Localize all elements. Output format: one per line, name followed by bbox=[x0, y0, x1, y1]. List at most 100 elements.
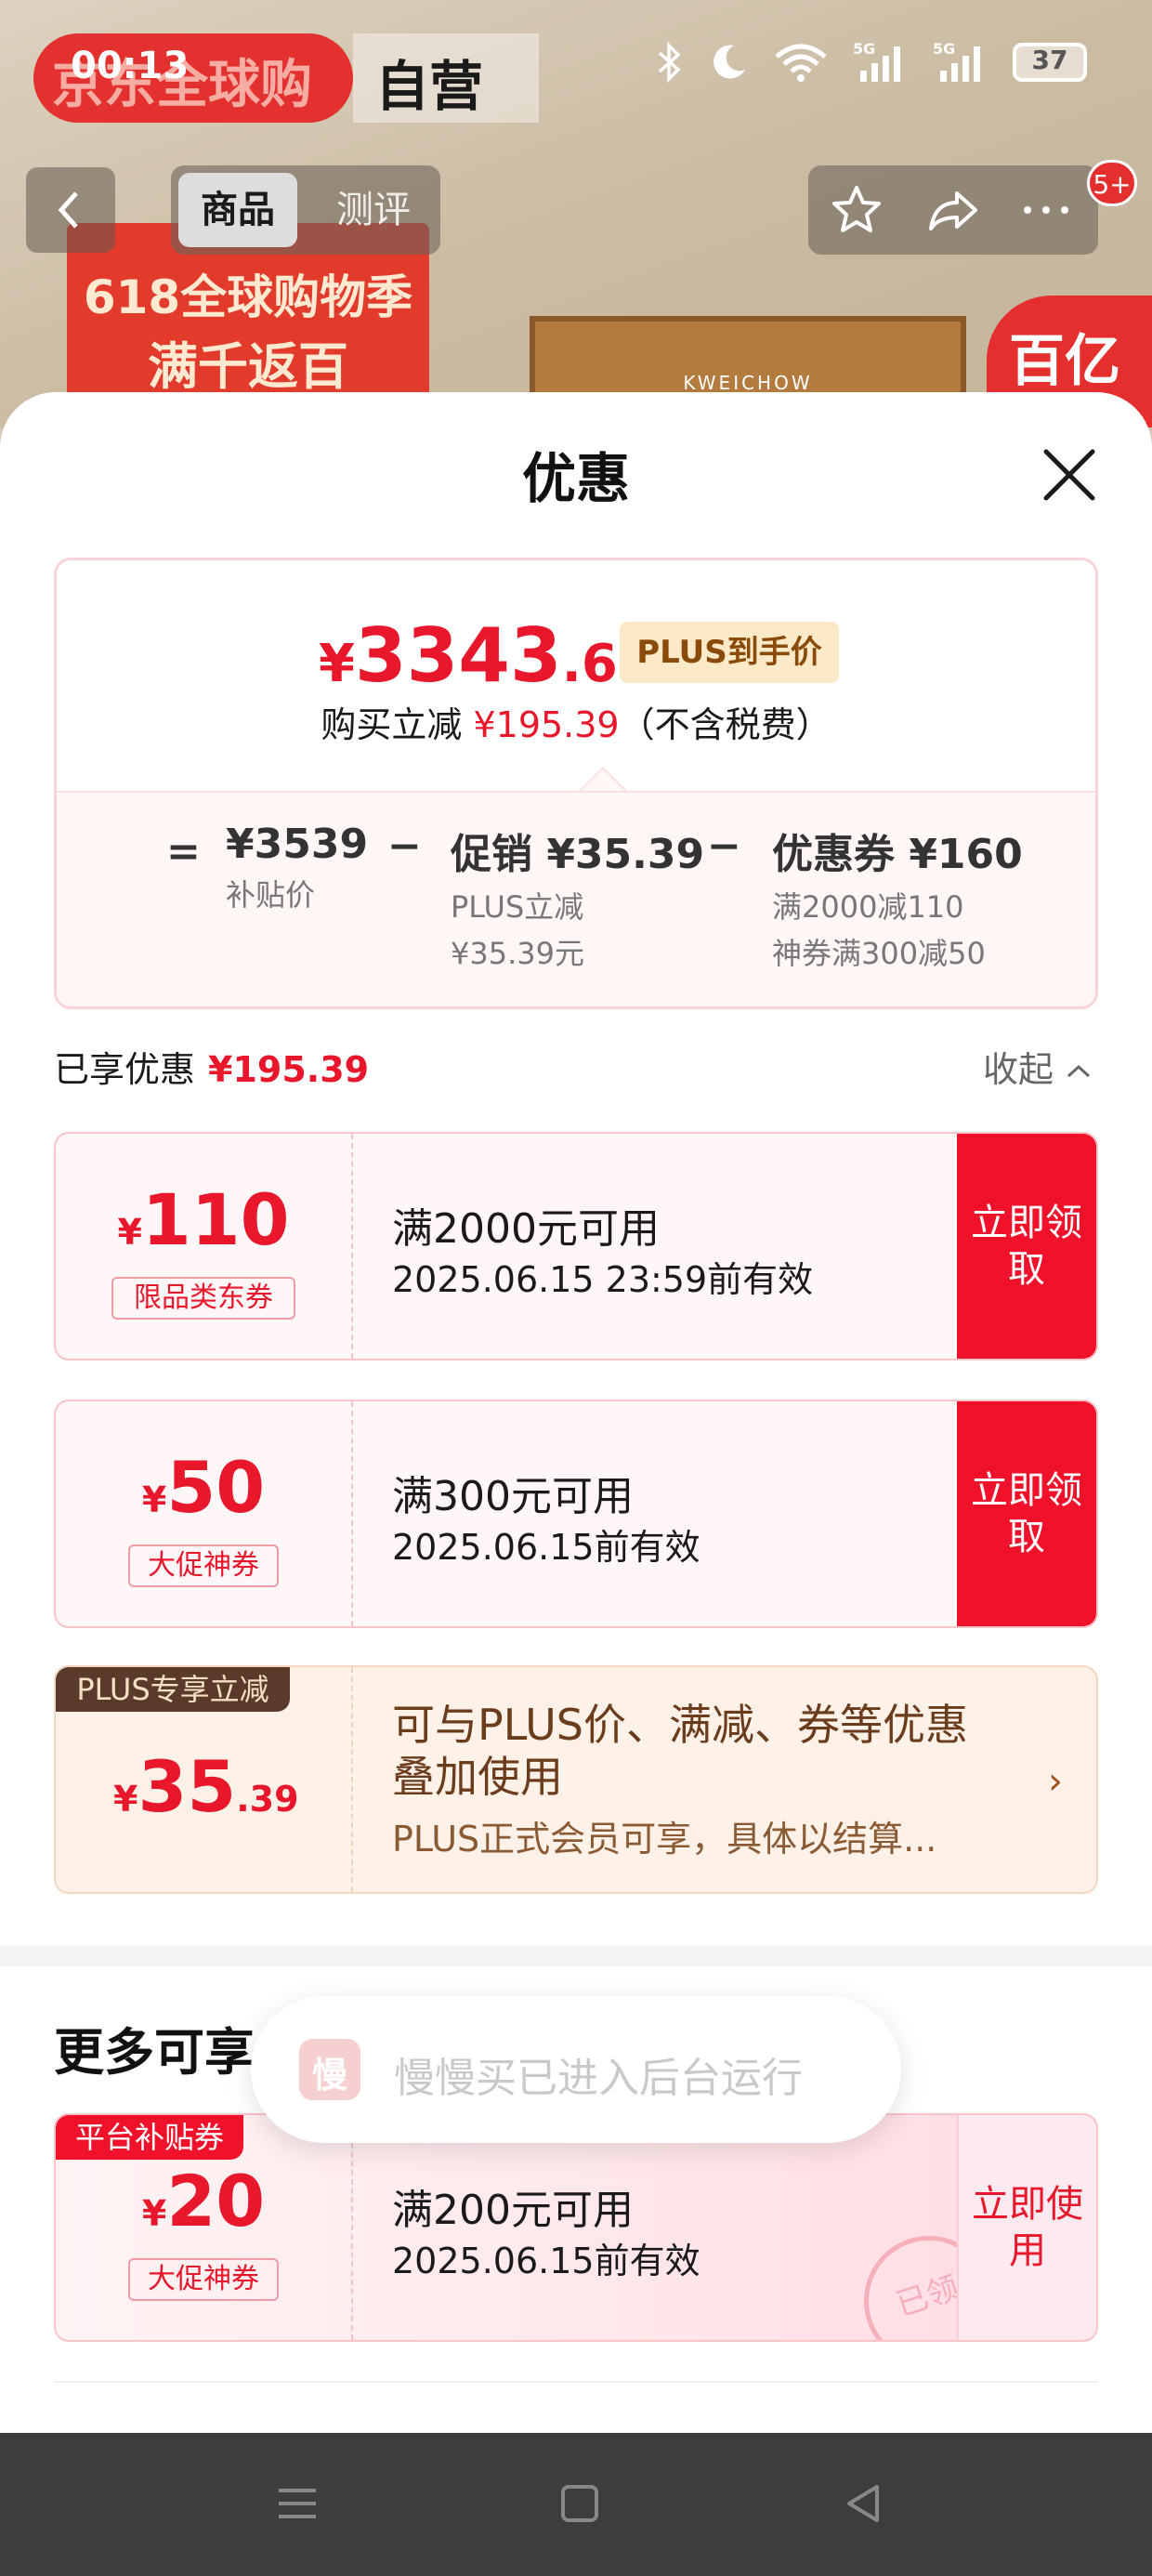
reduce-suffix: （不含税费） bbox=[619, 704, 831, 745]
breakdown-coupon: 优惠券 ¥160 满2000减110 神券满300减50 bbox=[772, 821, 1023, 973]
coupon-type-tag: 限品类东券 bbox=[111, 1277, 295, 1320]
star-icon[interactable] bbox=[829, 182, 884, 238]
coupon-amount: ¥50 bbox=[56, 1446, 351, 1529]
final-price: ¥3343.61 bbox=[319, 612, 654, 699]
top-actions bbox=[808, 165, 1098, 255]
battery-icon: 37 bbox=[1013, 43, 1087, 82]
coupon-symbol: ¥ bbox=[141, 1479, 167, 1520]
coupon-amount: ¥110 bbox=[56, 1178, 351, 1261]
promo-badge-text: 百亿 bbox=[1009, 329, 1120, 394]
signal-5g-icon: 5G bbox=[853, 40, 900, 82]
menu-icon[interactable] bbox=[269, 2476, 325, 2531]
price-summary-top: ¥3343.61 PLUS到手价 购买立减 ¥195.39（不含税费） bbox=[57, 560, 1095, 791]
coupon-condition: 满2000元可用 bbox=[392, 1205, 660, 1253]
status-time: 00:13 bbox=[71, 45, 190, 87]
equals-sign: = bbox=[166, 828, 201, 875]
coupon-number: 110 bbox=[141, 1178, 290, 1261]
chevron-right-icon: › bbox=[1048, 1760, 1063, 1803]
coupon-condition: 满200元可用 bbox=[392, 2187, 634, 2234]
plus-divider bbox=[351, 1667, 353, 1892]
coupon-type-tag: 大促神券 bbox=[128, 2258, 279, 2301]
coupon-divider bbox=[351, 2115, 353, 2340]
back-button[interactable] bbox=[26, 167, 115, 253]
plus-decimal: .39 bbox=[236, 1779, 299, 1820]
app-icon-text: 慢 bbox=[311, 2055, 347, 2096]
coupon-value: 优惠券 ¥160 bbox=[772, 831, 1023, 878]
use-coupon-button[interactable]: 立即使用 bbox=[957, 2115, 1096, 2340]
coupon-card: ¥50 大促神券 满300元可用 2025.06.15前有效 立即领取 bbox=[54, 1400, 1098, 1628]
self-operated-text: 自营 bbox=[375, 55, 484, 118]
share-icon[interactable] bbox=[925, 182, 981, 238]
box-brand: KWEICHOW bbox=[683, 372, 813, 394]
promo-sub1: PLUS立减 bbox=[451, 889, 584, 925]
reduce-amount: ¥195.39 bbox=[473, 704, 620, 745]
collapse-toggle[interactable]: 收起 bbox=[983, 1041, 1093, 1092]
message-badge: 5+ bbox=[1087, 160, 1137, 206]
bottom-divider bbox=[54, 2381, 1098, 2383]
moon-icon bbox=[713, 45, 745, 79]
close-icon[interactable] bbox=[1041, 446, 1098, 504]
home-icon[interactable] bbox=[552, 2476, 608, 2531]
tab-goods[interactable]: 商品 bbox=[178, 173, 297, 247]
breakdown-base: ¥3539 补贴价 bbox=[226, 821, 368, 914]
coupon-validity: 2025.06.15 23:59前有效 bbox=[392, 1259, 814, 1300]
coupon-symbol: ¥ bbox=[117, 1212, 142, 1253]
claim-coupon-button[interactable]: 立即领取 bbox=[957, 1134, 1096, 1359]
plus-description: PLUS正式会员可享，具体以结算... bbox=[392, 1819, 937, 1860]
system-nav-bar bbox=[0, 2433, 1152, 2576]
claim-coupon-button[interactable]: 立即领取 bbox=[957, 1401, 1096, 1626]
poster-line2: 满千返百 bbox=[148, 337, 348, 396]
plus-integer: 35 bbox=[137, 1745, 237, 1828]
coupon-divider bbox=[351, 1134, 353, 1359]
enjoyed-amount: ¥195.39 bbox=[208, 1049, 370, 1090]
price-summary: ¥3343.61 PLUS到手价 购买立减 ¥195.39（不含税费） = ¥3… bbox=[54, 558, 1098, 1009]
self-operated-label: 自营 bbox=[353, 33, 539, 123]
status-icons: 5G 5G 37 bbox=[656, 39, 1087, 85]
bluetooth-icon bbox=[658, 42, 681, 83]
plus-symbol: ¥ bbox=[113, 1779, 138, 1820]
collapse-label: 收起 bbox=[983, 1049, 1054, 1090]
svg-text:5G: 5G bbox=[853, 40, 875, 58]
chevron-left-icon bbox=[58, 191, 78, 229]
tab-review[interactable]: 测评 bbox=[318, 173, 429, 247]
base-label: 补贴价 bbox=[226, 877, 316, 913]
toast-text: 慢慢买已进入后台运行 bbox=[394, 2055, 803, 2102]
coupon-sub1: 满2000减110 bbox=[772, 889, 964, 925]
coupon-left: ¥20 大促神券 bbox=[56, 2115, 351, 2340]
coupon-number: 20 bbox=[166, 2160, 266, 2242]
plus-price-tag: PLUS到手价 bbox=[620, 622, 839, 683]
section-gap bbox=[0, 1946, 1152, 1966]
coupon-validity: 2025.06.15前有效 bbox=[392, 1527, 700, 1568]
battery-level: 37 bbox=[1031, 45, 1068, 75]
promo-sub2: ¥35.39元 bbox=[451, 936, 584, 971]
poster-line1: 618全球购物季 bbox=[83, 270, 413, 324]
chevron-up-icon bbox=[1067, 1064, 1091, 1078]
more-icon[interactable] bbox=[1018, 182, 1074, 238]
signal-5g-icon-2: 5G bbox=[933, 40, 980, 82]
back-triangle-icon[interactable] bbox=[836, 2476, 892, 2531]
coupon-left: ¥110 限品类东券 bbox=[56, 1134, 351, 1359]
coupon-amount: ¥20 bbox=[56, 2160, 351, 2242]
price-symbol: ¥ bbox=[319, 634, 355, 694]
coupon-card: ¥110 限品类东券 满2000元可用 2025.06.15 23:59前有效 … bbox=[54, 1132, 1098, 1360]
minus-sign-1: − bbox=[387, 822, 422, 870]
minus-sign-2: − bbox=[707, 822, 741, 870]
sheet-title: 优惠 bbox=[521, 447, 630, 510]
coupon-type-tag: 大促神券 bbox=[128, 1544, 279, 1587]
base-value: ¥3539 bbox=[226, 821, 369, 868]
price-breakdown: = ¥3539 补贴价 − 促销 ¥35.39 PLUS立减 ¥35.39元 −… bbox=[57, 791, 1095, 1006]
top-tabs: 商品 测评 bbox=[171, 165, 440, 255]
platform-coupon-card: 平台补贴券 ¥20 大促神券 满200元可用 2025.06.15前有效 已领 … bbox=[54, 2113, 1098, 2342]
svg-text:5G: 5G bbox=[933, 40, 955, 58]
coupon-symbol: ¥ bbox=[141, 2193, 167, 2234]
reduce-prefix: 购买立减 bbox=[321, 704, 463, 745]
plus-amount: ¥35.39 bbox=[113, 1745, 299, 1828]
plus-discount-card[interactable]: PLUS专享立减 ¥35.39 可与PLUS价、满减、券等优惠叠加使用 PLUS… bbox=[54, 1665, 1098, 1894]
coupon-validity: 2025.06.15前有效 bbox=[392, 2241, 700, 2281]
coupon-condition: 满300元可用 bbox=[392, 1473, 634, 1520]
plus-exclusive-tag: PLUS专享立减 bbox=[56, 1667, 290, 1712]
promo-value: 促销 ¥35.39 bbox=[451, 831, 705, 878]
wifi-icon bbox=[775, 44, 827, 82]
coupon-left: ¥50 大促神券 bbox=[56, 1401, 351, 1626]
breakdown-promo: 促销 ¥35.39 PLUS立减 ¥35.39元 bbox=[451, 821, 704, 973]
